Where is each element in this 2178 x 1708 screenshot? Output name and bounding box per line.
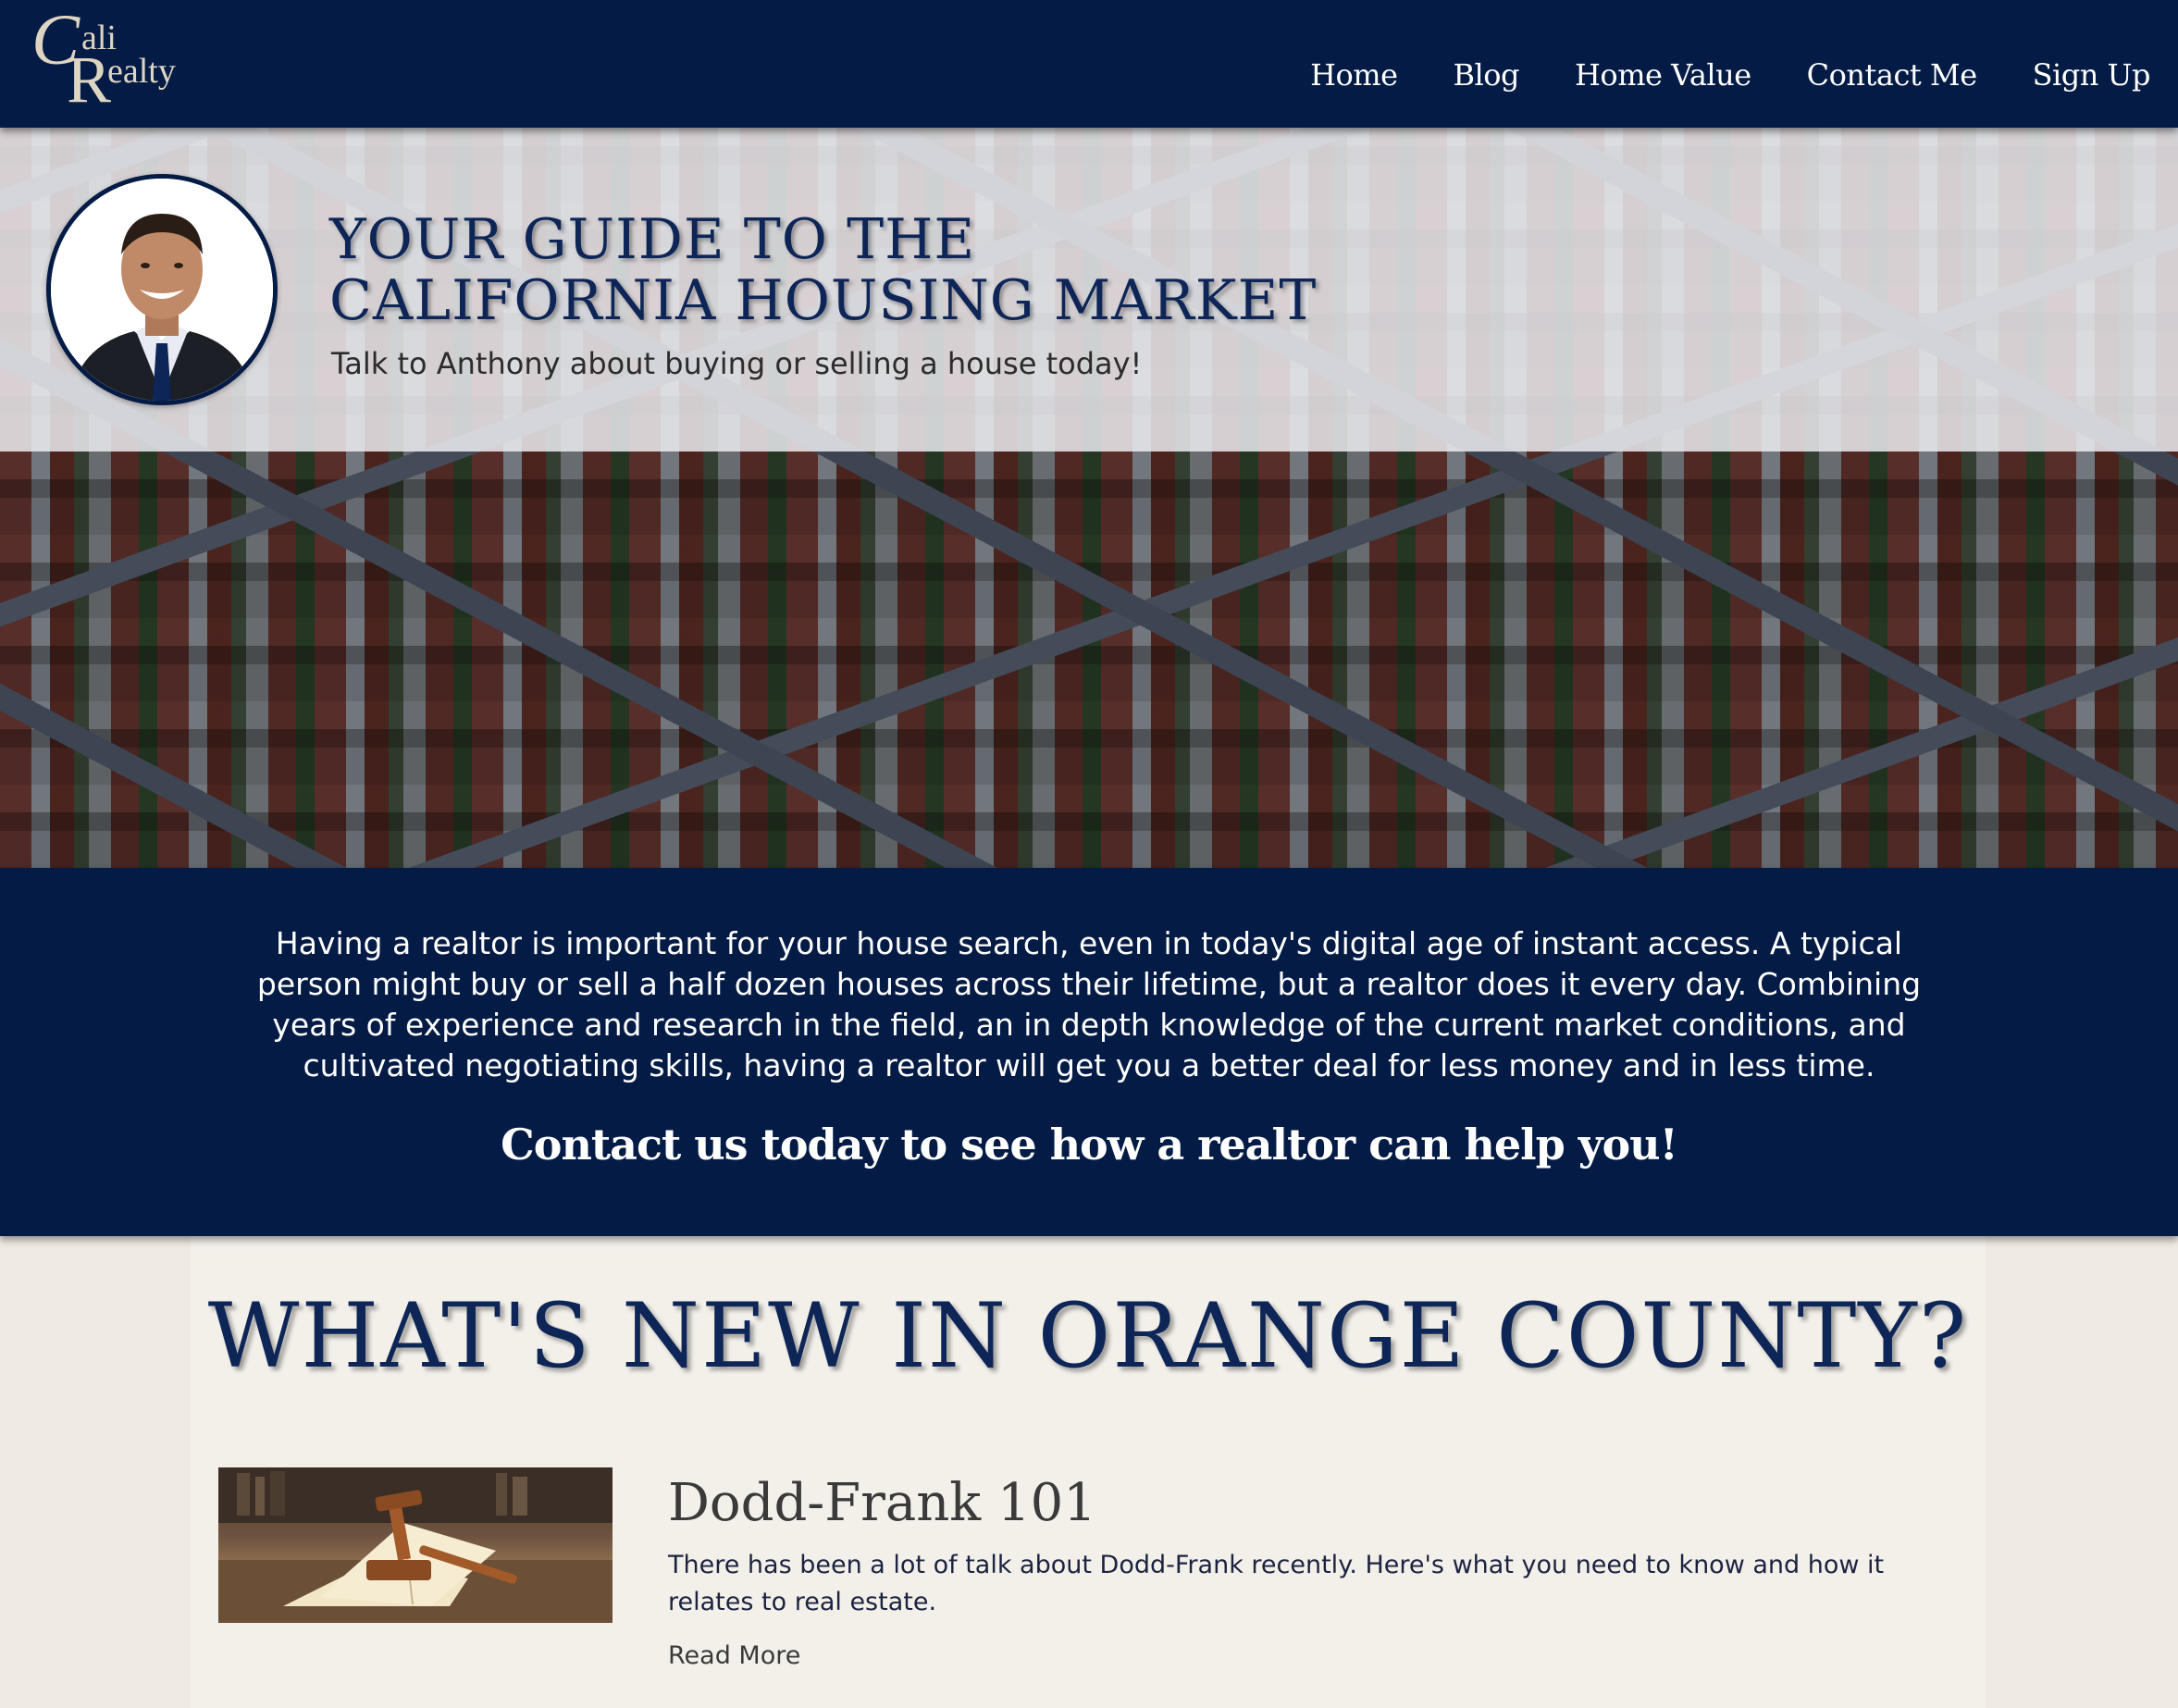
hero-subtitle: Talk to Anthony about buying or selling … [331, 346, 1143, 381]
main-nav: Home Blog Home Value Contact Me Sign Up [1255, 57, 2150, 93]
cali-realty-logo[interactable]: C ali R ealty [28, 4, 194, 118]
realtor-avatar [46, 174, 278, 405]
hero-title-line-1: YOUR GUIDE TO THE [329, 207, 976, 272]
person-photo-icon [51, 179, 273, 401]
news-section: WHAT'S NEW IN ORANGE COUNTY? Dodd-Frank … [191, 1236, 1986, 1708]
logo-word-ealty: ealty [107, 52, 176, 91]
realtor-benefits-text: Having a realtor is important for your h… [256, 925, 1922, 1083]
contact-cta: Contact us today to see how a realtor ca… [501, 1120, 1678, 1170]
nav-home[interactable]: Home [1310, 57, 1398, 93]
post-excerpt: There has been a lot of talk about Dodd-… [668, 1551, 1885, 1616]
nav-home-value[interactable]: Home Value [1575, 57, 1751, 93]
nav-contact-me[interactable]: Contact Me [1807, 57, 1977, 93]
hero-title-line-2: CALIFORNIA HOUSING MARKET [329, 268, 1318, 333]
nav-blog[interactable]: Blog [1454, 57, 1520, 93]
hero-banner: YOUR GUIDE TO THE CALIFORNIA HOUSING MAR… [0, 128, 2178, 868]
law-book-gavel-icon [218, 1467, 613, 1623]
site-header: C ali R ealty Home Blog Home Value Conta… [0, 0, 2178, 128]
post-title[interactable]: Dodd-Frank 101 [668, 1473, 1096, 1533]
info-band: Having a realtor is important for your h… [0, 868, 2178, 1236]
news-title: WHAT'S NEW IN ORANGE COUNTY? [207, 1284, 1969, 1388]
read-more-link[interactable]: Read More [668, 1641, 800, 1670]
post-thumbnail[interactable] [218, 1467, 613, 1623]
hero-title: YOUR GUIDE TO THE CALIFORNIA HOUSING MAR… [329, 209, 1347, 331]
nav-sign-up[interactable]: Sign Up [2033, 57, 2151, 93]
logo-letter-r: R [67, 43, 112, 117]
